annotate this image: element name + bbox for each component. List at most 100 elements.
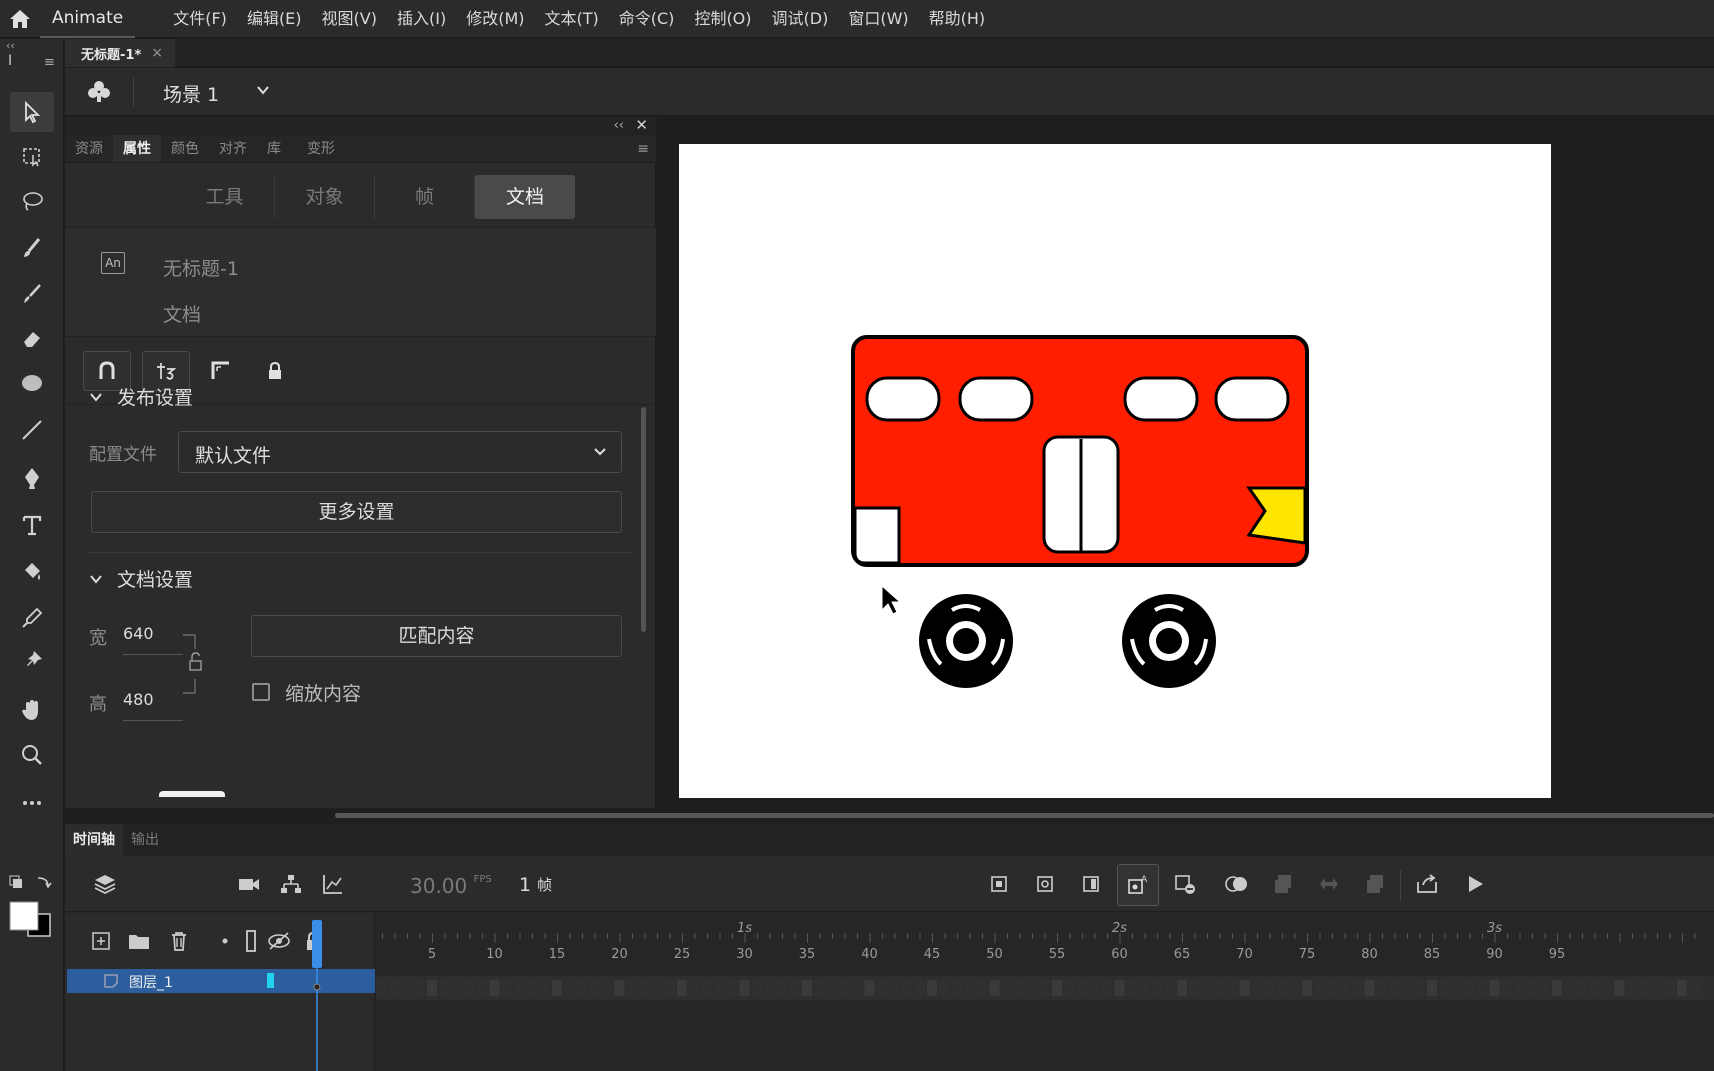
layer-row[interactable]: 图层_1 bbox=[67, 969, 375, 993]
onion-skin-icon[interactable] bbox=[1223, 870, 1251, 898]
camera-icon[interactable] bbox=[235, 870, 263, 898]
panel-scrollbar[interactable] bbox=[641, 407, 646, 632]
tab-properties[interactable]: 属性 bbox=[113, 135, 161, 162]
play-icon[interactable] bbox=[1461, 870, 1489, 898]
subtab-tool[interactable]: 工具 bbox=[175, 175, 275, 219]
selection-tool-icon[interactable] bbox=[10, 92, 54, 132]
close-tab-icon[interactable]: × bbox=[151, 45, 163, 61]
ruler-guides-icon[interactable] bbox=[197, 351, 245, 391]
highlight-layer-icon[interactable] bbox=[211, 927, 239, 955]
bus-illustration[interactable] bbox=[679, 144, 1551, 798]
hide-layer-icon[interactable] bbox=[265, 927, 293, 955]
link-dimensions-icon[interactable] bbox=[183, 633, 207, 695]
toolbar-menu-icon[interactable]: ≡ bbox=[44, 55, 55, 70]
collapse-panel-icon[interactable]: ‹‹ bbox=[614, 117, 624, 135]
subtab-document[interactable]: 文档 bbox=[475, 175, 575, 219]
tab-transform[interactable]: 变形 bbox=[291, 135, 345, 162]
brush-tool-icon[interactable] bbox=[10, 274, 54, 314]
new-folder-icon[interactable] bbox=[125, 927, 153, 955]
more-tools-icon[interactable] bbox=[10, 783, 54, 823]
eraser-tool-icon[interactable] bbox=[10, 318, 54, 358]
layers-icon[interactable] bbox=[91, 870, 119, 898]
lasso-tool-icon[interactable] bbox=[10, 182, 54, 222]
edit-multiple-frames-icon[interactable] bbox=[1269, 870, 1297, 898]
parenting-icon[interactable] bbox=[277, 870, 305, 898]
menu-debug[interactable]: 调试(D) bbox=[762, 0, 839, 38]
width-field[interactable]: 640 bbox=[123, 624, 154, 643]
scene-icon[interactable] bbox=[85, 78, 113, 106]
scale-content-checkbox[interactable] bbox=[252, 683, 270, 701]
scene-label[interactable]: 场景 1 bbox=[163, 80, 219, 107]
text-tool-icon[interactable] bbox=[10, 505, 54, 545]
lock-guides-icon[interactable] bbox=[251, 351, 299, 391]
publish-settings-header[interactable]: 发布设置 bbox=[89, 383, 193, 410]
remove-frame-icon[interactable] bbox=[1171, 870, 1199, 898]
swap-colors-icon[interactable] bbox=[9, 875, 22, 888]
profile-select[interactable]: 默认文件 bbox=[178, 431, 622, 473]
line-tool-icon[interactable] bbox=[10, 410, 54, 450]
free-transform-tool-icon[interactable] bbox=[10, 136, 54, 176]
subtab-object[interactable]: 对象 bbox=[275, 175, 375, 219]
menu-window[interactable]: 窗口(W) bbox=[838, 0, 918, 38]
loop-icon[interactable] bbox=[1315, 870, 1343, 898]
chevron-down-icon[interactable] bbox=[255, 82, 271, 102]
close-icon[interactable]: ✕ bbox=[635, 116, 648, 134]
tab-assets[interactable]: 资源 bbox=[65, 135, 113, 162]
home-icon[interactable] bbox=[0, 0, 40, 38]
tab-color[interactable]: 颜色 bbox=[161, 135, 209, 162]
paint-brush-tool-icon[interactable] bbox=[10, 228, 54, 268]
menu-insert[interactable]: 插入(I) bbox=[387, 0, 456, 38]
fps-display[interactable]: 30.00 FPS bbox=[410, 874, 492, 898]
stage-canvas[interactable] bbox=[679, 144, 1551, 798]
auto-keyframe-icon[interactable]: A bbox=[1117, 864, 1159, 906]
tab-output[interactable]: 输出 bbox=[123, 824, 167, 856]
insert-keyframe-icon[interactable] bbox=[985, 870, 1013, 898]
menu-edit[interactable]: 编辑(E) bbox=[237, 0, 312, 38]
export-icon[interactable] bbox=[1413, 870, 1441, 898]
toolbar-handle-icon[interactable]: I bbox=[8, 53, 12, 69]
frame-ruler[interactable]: 5 10 15 20 25 30 35 40 45 50 55 60 65 70 75 80 85 90 95 1s 2… bbox=[376, 913, 1714, 971]
hand-tool-icon[interactable] bbox=[10, 690, 54, 730]
more-settings-button[interactable]: 更多设置 bbox=[91, 491, 622, 533]
oval-tool-icon[interactable] bbox=[10, 363, 54, 403]
panel-menu-icon[interactable]: ≡ bbox=[637, 141, 649, 157]
current-frame-display[interactable]: 1帧 bbox=[519, 874, 552, 896]
match-content-button[interactable]: 匹配内容 bbox=[251, 615, 622, 657]
default-colors-icon[interactable] bbox=[37, 877, 52, 889]
menu-control[interactable]: 控制(O) bbox=[684, 0, 761, 38]
graph-icon[interactable] bbox=[319, 870, 347, 898]
layer-color-swatch[interactable] bbox=[267, 973, 274, 988]
stroke-color-swatch[interactable] bbox=[9, 901, 39, 931]
tab-timeline[interactable]: 时间轴 bbox=[65, 824, 123, 856]
document-settings-header[interactable]: 文档设置 bbox=[89, 565, 193, 592]
menu-modify[interactable]: 修改(M) bbox=[456, 0, 534, 38]
paint-bucket-tool-icon[interactable] bbox=[10, 551, 54, 591]
center-frame-icon[interactable] bbox=[1361, 870, 1389, 898]
delete-icon[interactable] bbox=[165, 927, 193, 955]
horizontal-scrollbar[interactable] bbox=[335, 813, 1714, 818]
toolbar-collapse-icon[interactable]: ‹‹ bbox=[6, 39, 15, 52]
ruler-tick-label: 45 bbox=[923, 947, 941, 962]
document-tab[interactable]: 无标题-1* × bbox=[65, 39, 175, 67]
tab-library[interactable]: 库 bbox=[257, 135, 291, 162]
zoom-tool-icon[interactable] bbox=[10, 735, 54, 775]
new-layer-icon[interactable] bbox=[87, 927, 115, 955]
panel-resize-handle[interactable] bbox=[159, 791, 225, 797]
insert-blank-keyframe-icon[interactable] bbox=[1031, 870, 1059, 898]
eyedropper-tool-icon[interactable] bbox=[10, 598, 54, 638]
subtab-frame[interactable]: 帧 bbox=[375, 175, 475, 219]
menu-text[interactable]: 文本(T) bbox=[535, 0, 609, 38]
height-field[interactable]: 480 bbox=[123, 690, 154, 709]
frame-track[interactable] bbox=[376, 976, 1714, 1000]
tab-align[interactable]: 对齐 bbox=[209, 135, 257, 162]
menu-file[interactable]: 文件(F) bbox=[163, 0, 237, 38]
playhead[interactable] bbox=[312, 920, 322, 1071]
menu-help[interactable]: 帮助(H) bbox=[919, 0, 996, 38]
insert-frame-icon[interactable] bbox=[1077, 870, 1105, 898]
pen-tool-icon[interactable] bbox=[10, 458, 54, 498]
menu-commands[interactable]: 命令(C) bbox=[609, 0, 685, 38]
menu-view[interactable]: 视图(V) bbox=[312, 0, 387, 38]
outline-layer-icon[interactable] bbox=[237, 927, 265, 955]
pin-tool-icon[interactable] bbox=[10, 641, 54, 681]
layer-name[interactable]: 图层_1 bbox=[129, 972, 173, 992]
